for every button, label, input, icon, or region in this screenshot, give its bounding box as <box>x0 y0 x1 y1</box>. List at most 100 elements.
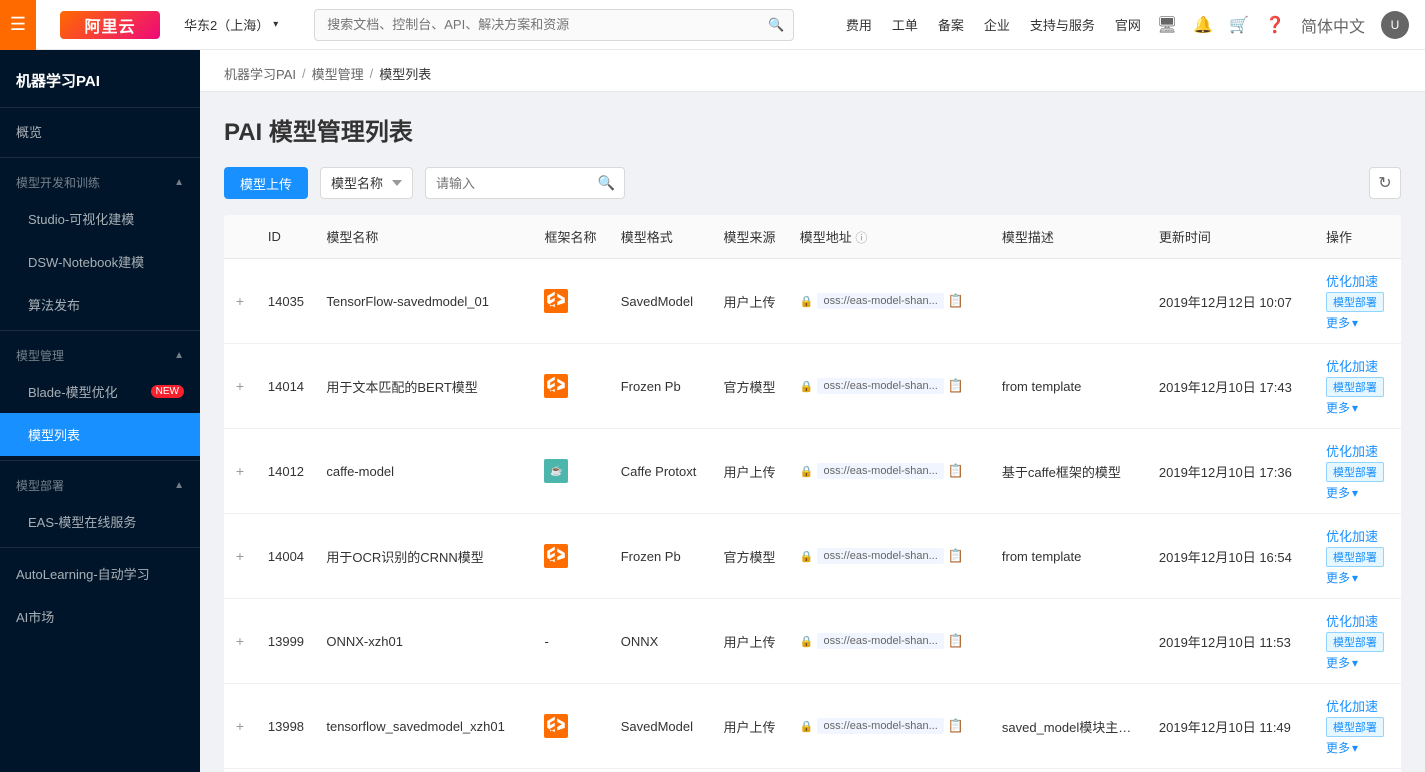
action-cell: 优化加速 模型部署 更多 ▾ <box>1318 514 1401 599</box>
copy-icon[interactable]: 📋 <box>948 633 964 649</box>
more-button[interactable]: 更多 ▾ <box>1326 314 1358 331</box>
sidebar-item-dsw[interactable]: DSW-Notebook建模 <box>0 240 200 283</box>
expand-icon[interactable]: + <box>232 718 248 734</box>
more-button[interactable]: 更多 ▾ <box>1326 569 1358 586</box>
breadcrumb: 机器学习PAI / 模型管理 / 模型列表 <box>200 50 1425 92</box>
expand-icon[interactable]: + <box>232 378 248 394</box>
language-selector[interactable]: 简体中文 <box>1301 13 1365 37</box>
global-search-input[interactable] <box>314 9 794 41</box>
no-framework-icon: - <box>544 634 548 649</box>
id-cell: 13997 <box>260 769 318 772</box>
expand-cell[interactable]: + <box>224 344 260 429</box>
deploy-link[interactable]: 模型部署 <box>1326 377 1384 397</box>
copy-icon[interactable]: 📋 <box>948 718 964 734</box>
new-badge: NEW <box>151 385 184 398</box>
time-cell: 2019年12月10日 17:43 <box>1151 344 1318 429</box>
id-cell: 14004 <box>260 514 318 599</box>
framework-cell: ☕ <box>536 429 612 514</box>
sidebar-item-model-list[interactable]: 模型列表 <box>0 413 200 456</box>
deploy-link[interactable]: 模型部署 <box>1326 717 1384 737</box>
table-row: + 14014 用于文本匹配的BERT模型 Frozen Pb 官方模型 🔒 o… <box>224 344 1401 429</box>
menu-icon[interactable]: ☰ <box>0 0 36 50</box>
expand-icon[interactable]: + <box>232 463 248 479</box>
more-button[interactable]: 更多 ▾ <box>1326 399 1358 416</box>
copy-icon[interactable]: 📋 <box>948 548 964 564</box>
expand-icon[interactable]: + <box>232 548 248 564</box>
more-button[interactable]: 更多 ▾ <box>1326 739 1358 756</box>
expand-cell[interactable]: + <box>224 514 260 599</box>
framework-cell: - <box>536 769 612 772</box>
address-help-icon[interactable]: ⓘ <box>855 231 867 245</box>
search-input[interactable] <box>425 167 625 199</box>
expand-icon[interactable]: + <box>232 633 248 649</box>
optimize-link[interactable]: 优化加速 <box>1326 356 1378 375</box>
deploy-link[interactable]: 模型部署 <box>1326 292 1384 312</box>
optimize-link[interactable]: 优化加速 <box>1326 696 1378 715</box>
expand-cell[interactable]: + <box>224 769 260 772</box>
upload-model-button[interactable]: 模型上传 <box>224 167 308 199</box>
source-cell: 用户上传 <box>716 259 792 344</box>
sidebar-item-ai-market[interactable]: AI市场 <box>0 595 200 638</box>
optimize-link[interactable]: 优化加速 <box>1326 441 1378 460</box>
refresh-button[interactable]: ↻ <box>1369 167 1401 199</box>
nav-link-fee[interactable]: 费用 <box>846 15 872 34</box>
action-cell: 优化加速 模型部署 更多 ▾ <box>1318 684 1401 769</box>
bell-icon[interactable]: 🔔 <box>1193 15 1213 35</box>
col-source: 模型来源 <box>716 215 792 259</box>
name-cell: TensorFlow-savedmodel_01 <box>318 259 536 344</box>
logo: 阿里云 <box>60 11 160 39</box>
optimize-link[interactable]: 优化加速 <box>1326 526 1378 545</box>
filter-select[interactable]: 模型名称 <box>320 167 413 199</box>
copy-icon[interactable]: 📋 <box>948 293 964 309</box>
chevron-down-icon: ▾ <box>1352 741 1358 755</box>
source-cell: 用户上传 <box>716 684 792 769</box>
top-navigation: ☰ 阿里云 华东2（上海） ▾ 🔍 费用 工单 备案 企业 支持与服务 官网 🖥… <box>0 0 1425 50</box>
deploy-link[interactable]: 模型部署 <box>1326 632 1384 652</box>
expand-icon[interactable]: + <box>232 293 248 309</box>
more-button[interactable]: 更多 ▾ <box>1326 654 1358 671</box>
deploy-link[interactable]: 模型部署 <box>1326 547 1384 567</box>
nav-link-support[interactable]: 支持与服务 <box>1030 15 1095 34</box>
sidebar-item-blade[interactable]: Blade-模型优化 NEW <box>0 370 200 413</box>
sidebar-item-eas[interactable]: EAS-模型在线服务 <box>0 500 200 543</box>
cart-icon[interactable]: 🛒 <box>1229 15 1249 35</box>
expand-cell[interactable]: + <box>224 259 260 344</box>
monitor-icon[interactable]: 🖥 <box>1157 15 1177 35</box>
main-content: 机器学习PAI / 模型管理 / 模型列表 PAI 模型管理列表 模型上传 模型… <box>200 50 1425 772</box>
nav-icons: 🖥 🔔 🛒 ❓ 简体中文 U <box>1157 11 1409 39</box>
search-icon[interactable]: 🔍 <box>598 175 615 192</box>
model-list-table: ID 模型名称 框架名称 模型格式 模型来源 模型地址 ⓘ 模型描述 更新时间 <box>224 215 1401 772</box>
copy-icon[interactable]: 📋 <box>948 463 964 479</box>
format-cell: Frozen Pb <box>613 344 716 429</box>
nav-link-official[interactable]: 官网 <box>1115 15 1141 34</box>
breadcrumb-model-mgmt[interactable]: 模型管理 <box>312 64 364 83</box>
table-row: + 13998 tensorflow_savedmodel_xzh01 Save… <box>224 684 1401 769</box>
framework-cell: - <box>536 599 612 684</box>
avatar[interactable]: U <box>1381 11 1409 39</box>
sidebar-group-model-mgmt: 模型管理 ▲ <box>0 335 200 370</box>
breadcrumb-pai[interactable]: 机器学习PAI <box>224 64 296 83</box>
sidebar-item-studio[interactable]: Studio-可视化建模 <box>0 197 200 240</box>
deploy-link[interactable]: 模型部署 <box>1326 462 1384 482</box>
region-selector[interactable]: 华东2（上海） ▾ <box>184 15 278 34</box>
optimize-link[interactable]: 优化加速 <box>1326 611 1378 630</box>
help-icon[interactable]: ❓ <box>1265 15 1285 35</box>
col-format: 模型格式 <box>613 215 716 259</box>
expand-cell[interactable]: + <box>224 599 260 684</box>
expand-cell[interactable]: + <box>224 429 260 514</box>
nav-link-record[interactable]: 备案 <box>938 15 964 34</box>
optimize-link[interactable]: 优化加速 <box>1326 271 1378 290</box>
chevron-down-icon: ▾ <box>273 19 278 30</box>
format-cell: PMML <box>613 769 716 772</box>
sidebar-item-autolearning[interactable]: AutoLearning-自动学习 <box>0 552 200 595</box>
nav-link-enterprise[interactable]: 企业 <box>984 15 1010 34</box>
page-title: PAI 模型管理列表 <box>224 112 1401 147</box>
nav-link-ticket[interactable]: 工单 <box>892 15 918 34</box>
sidebar-item-algo[interactable]: 算法发布 <box>0 283 200 326</box>
expand-cell[interactable]: + <box>224 684 260 769</box>
time-cell: 2019年12月10日 16:54 <box>1151 514 1318 599</box>
copy-icon[interactable]: 📋 <box>948 378 964 394</box>
sidebar-item-overview[interactable]: 概览 <box>0 108 200 153</box>
more-button[interactable]: 更多 ▾ <box>1326 484 1358 501</box>
framework-cell <box>536 514 612 599</box>
